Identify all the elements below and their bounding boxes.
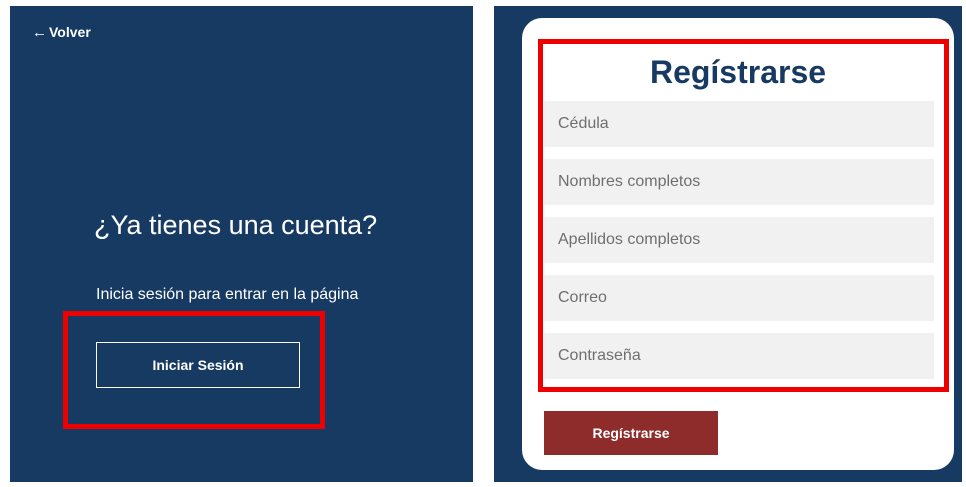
- login-prompt-title: ¿Ya tienes una cuenta?: [94, 210, 378, 240]
- register-submit-button[interactable]: Regístrarse: [544, 411, 718, 455]
- cedula-field[interactable]: [544, 101, 934, 147]
- email-field[interactable]: [544, 275, 934, 321]
- login-button[interactable]: Iniciar Sesión: [96, 342, 300, 388]
- register-panel: Regístrarse Regístrarse: [494, 6, 962, 482]
- back-link[interactable]: ← Volver: [32, 24, 91, 40]
- register-title: Regístrarse: [649, 54, 827, 90]
- back-link-label: Volver: [49, 24, 91, 40]
- left-arrow-icon: ←: [32, 23, 47, 41]
- register-card: Regístrarse Regístrarse: [522, 18, 954, 470]
- first-names-field[interactable]: [544, 159, 934, 205]
- password-field[interactable]: [544, 333, 934, 379]
- login-prompt-subtitle: Inicia sesión para entrar en la página: [96, 286, 359, 303]
- login-prompt-panel: ← Volver ¿Ya tienes una cuenta? Inicia s…: [10, 6, 473, 482]
- last-names-field[interactable]: [544, 217, 934, 263]
